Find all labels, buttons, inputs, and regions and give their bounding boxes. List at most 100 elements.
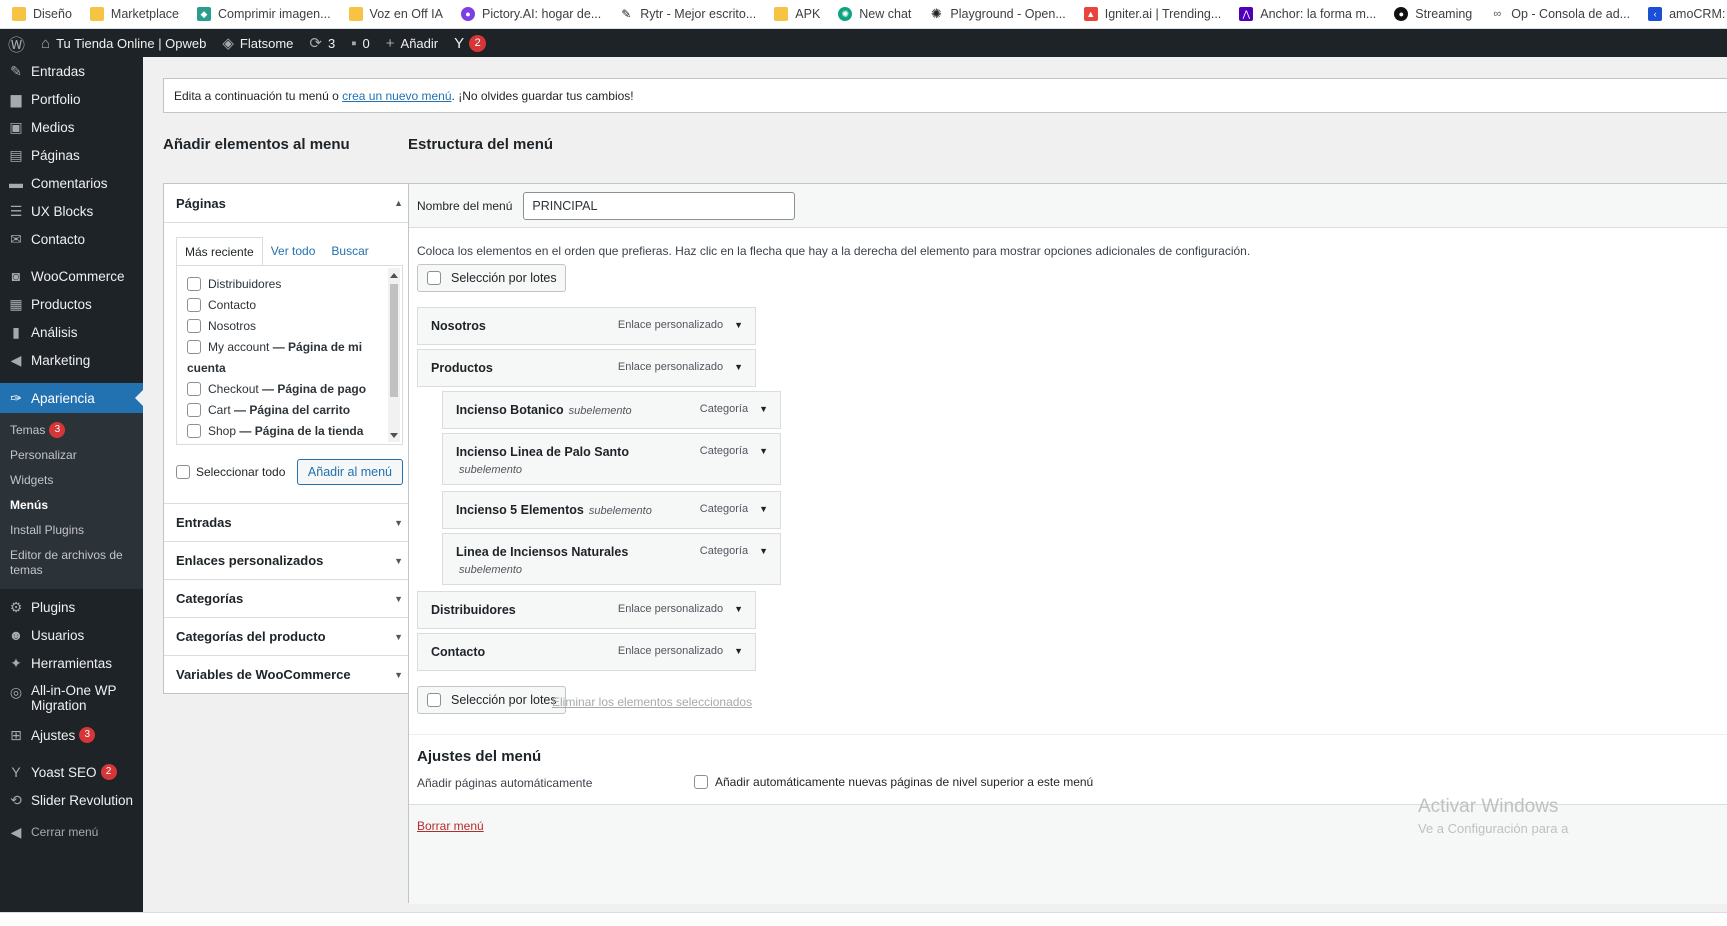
checkbox[interactable] [694, 775, 708, 789]
tab-ver-todo[interactable]: Ver todo [263, 237, 324, 266]
chevron-down-icon[interactable]: ▼ [734, 320, 743, 330]
checkbox[interactable] [427, 271, 441, 285]
create-new-menu-link[interactable]: crea un nuevo menú [342, 89, 451, 103]
list-item[interactable]: Contacto [187, 295, 380, 316]
chevron-down-icon[interactable]: ▼ [759, 546, 768, 556]
sidebar-item-entradas[interactable]: ✎ Entradas [0, 57, 143, 85]
menu-item-nosotros[interactable]: Nosotros Enlace personalizado ▼ [417, 307, 756, 345]
list-item[interactable]: Nosotros [187, 316, 380, 337]
accordion-paginas[interactable]: Páginas ▲ [164, 184, 415, 222]
submenu-theme-editor[interactable]: Editor de archivos de temas [0, 543, 143, 583]
chevron-down-icon[interactable]: ▼ [759, 504, 768, 514]
submenu-install-plugins[interactable]: Install Plugins [0, 518, 143, 543]
checkbox[interactable] [187, 297, 201, 312]
bookmark[interactable]: Voz en Off IA [348, 7, 443, 21]
sidebar-item-usuarios[interactable]: ☻ Usuarios [0, 621, 143, 649]
add-new-link[interactable]: + Añadir [378, 29, 446, 57]
menu-item-incienso-botanico[interactable]: Incienso Botanico subelemento Categoría ▼ [442, 391, 781, 429]
tab-mas-reciente[interactable]: Más reciente [176, 237, 263, 266]
site-name-link[interactable]: ⌂ Tu Tienda Online | Opweb [33, 29, 214, 57]
sidebar-item-ajustes[interactable]: ⊞ Ajustes 3 [0, 721, 143, 749]
accordion-categorias[interactable]: Categorías ▼ [164, 579, 415, 617]
collapse-menu-button[interactable]: ◀ Cerrar menú [0, 818, 143, 846]
tab-buscar[interactable]: Buscar [323, 237, 376, 266]
bulk-select-toggle[interactable]: Selección por lotes [417, 264, 566, 292]
accordion-enlaces[interactable]: Enlaces personalizados ▼ [164, 541, 415, 579]
delete-menu-link[interactable]: Borrar menú [417, 819, 484, 833]
bookmark[interactable]: ✎ Rytr - Mejor escrito... [619, 7, 756, 21]
chevron-down-icon[interactable]: ▼ [734, 646, 743, 656]
submenu-personalizar[interactable]: Personalizar [0, 443, 143, 468]
bookmark[interactable]: ◆ Comprimir imagen... [197, 7, 331, 21]
checkbox[interactable] [187, 339, 201, 354]
sidebar-item-portfolio[interactable]: ▆ Portfolio [0, 85, 143, 113]
yoast-link[interactable]: Y2 [446, 29, 494, 57]
menu-item-inciensos-naturales[interactable]: Linea de Inciensos Naturales subelemento C… [442, 533, 781, 585]
sidebar-item-slider-revolution[interactable]: ⟲ Slider Revolution [0, 786, 143, 814]
sidebar-item-analisis[interactable]: ▮ Análisis [0, 318, 143, 346]
checkbox[interactable] [187, 318, 201, 333]
sidebar-item-medios[interactable]: ▣ Medios [0, 113, 143, 141]
accordion-entradas[interactable]: Entradas ▼ [164, 503, 415, 541]
sidebar-item-contacto[interactable]: ✉ Contacto [0, 225, 143, 253]
sidebar-item-ux-blocks[interactable]: ☰ UX Blocks [0, 197, 143, 225]
bookmark[interactable]: ∞ Op - Consola de ad... [1490, 7, 1630, 21]
checkbox[interactable] [187, 423, 201, 438]
accordion-variables-woocommerce[interactable]: Variables de WooCommerce ▼ [164, 655, 415, 693]
wordpress-logo[interactable]: Ⓦ [0, 29, 33, 57]
scroll-thumb[interactable] [390, 284, 398, 397]
bookmark[interactable]: ⋀ Anchor: la forma m... [1239, 7, 1376, 21]
menu-item-5-elementos[interactable]: Incienso 5 Elementos subelemento Categoría… [442, 491, 781, 529]
checkbox[interactable] [427, 693, 441, 707]
bookmark[interactable]: ▲ Igniter.ai | Trending... [1083, 7, 1221, 21]
list-item[interactable]: Checkout — Página de pago [187, 379, 380, 400]
delete-selected-link[interactable]: Eliminar los elementos seleccionados [552, 695, 752, 709]
auto-add-checkbox[interactable]: Añadir automáticamente nuevas páginas de… [694, 775, 1093, 789]
bookmark[interactable]: Diseño [12, 7, 72, 21]
sidebar-item-woocommerce[interactable]: ◙ WooCommerce [0, 262, 143, 290]
select-all-checkbox[interactable]: Seleccionar todo [176, 465, 285, 479]
list-item[interactable]: Distribuidores [187, 274, 380, 295]
sidebar-item-herramientas[interactable]: ✦ Herramientas [0, 649, 143, 677]
checkbox[interactable] [187, 402, 201, 417]
chevron-down-icon[interactable]: ▼ [759, 404, 768, 414]
bookmark[interactable]: ✺ Playground - Open... [929, 6, 1066, 21]
menu-name-input[interactable] [523, 191, 796, 220]
scroll-down-icon[interactable] [390, 433, 398, 438]
checkbox[interactable] [187, 381, 201, 396]
menu-item-distribuidores[interactable]: Distribuidores Enlace personalizado ▼ [417, 591, 756, 629]
comments-link[interactable]: ▪ 0 [343, 29, 378, 57]
sidebar-item-yoast[interactable]: Y Yoast SEO 2 [0, 758, 143, 786]
sidebar-item-plugins[interactable]: ⚙ Plugins [0, 593, 143, 621]
menu-item-contacto[interactable]: Contacto Enlace personalizado ▼ [417, 633, 756, 671]
chevron-down-icon[interactable]: ▼ [734, 604, 743, 614]
checkbox[interactable] [187, 276, 201, 291]
sidebar-item-productos[interactable]: ▦ Productos [0, 290, 143, 318]
list-item[interactable]: Cart — Página del carrito [187, 400, 380, 421]
checkbox[interactable] [176, 465, 190, 479]
bookmark[interactable]: Marketplace [89, 7, 179, 21]
menu-item-productos[interactable]: Productos Enlace personalizado ▼ [417, 349, 756, 387]
sidebar-item-paginas[interactable]: ▤ Páginas [0, 141, 143, 169]
bookmark[interactable]: ✺ New chat [838, 7, 911, 21]
bookmark[interactable]: APK [774, 7, 820, 21]
chevron-down-icon[interactable]: ▼ [734, 362, 743, 372]
menu-item-palo-santo[interactable]: Incienso Linea de Palo Santo subelemento C… [442, 433, 781, 485]
sidebar-item-migration[interactable]: ◎ All-in-One WP Migration [0, 677, 143, 721]
bookmark[interactable]: ‹amoCRM: Chats, e... [1648, 7, 1727, 21]
accordion-categorias-producto[interactable]: Categorías del producto ▼ [164, 617, 415, 655]
chevron-down-icon[interactable]: ▼ [759, 446, 768, 456]
list-item[interactable]: My account — Página de mi cuenta [187, 337, 380, 379]
sidebar-item-marketing[interactable]: ◀ Marketing [0, 346, 143, 374]
submenu-temas[interactable]: Temas 3 [0, 417, 143, 443]
list-item[interactable]: Shop — Página de la tienda [187, 421, 380, 442]
bulk-select-toggle[interactable]: Selección por lotes [417, 686, 566, 714]
submenu-menus[interactable]: Menús [0, 493, 143, 518]
bookmark[interactable]: ● Streaming [1394, 7, 1472, 21]
sidebar-item-apariencia[interactable]: ✑ Apariencia [0, 383, 143, 413]
submenu-widgets[interactable]: Widgets [0, 468, 143, 493]
sidebar-item-comentarios[interactable]: ▬ Comentarios [0, 169, 143, 197]
add-to-menu-button[interactable]: Añadir al menú [296, 459, 403, 485]
list-scrollbar[interactable] [388, 268, 400, 442]
bookmark[interactable]: ● Pictory.AI: hogar de... [460, 7, 601, 21]
